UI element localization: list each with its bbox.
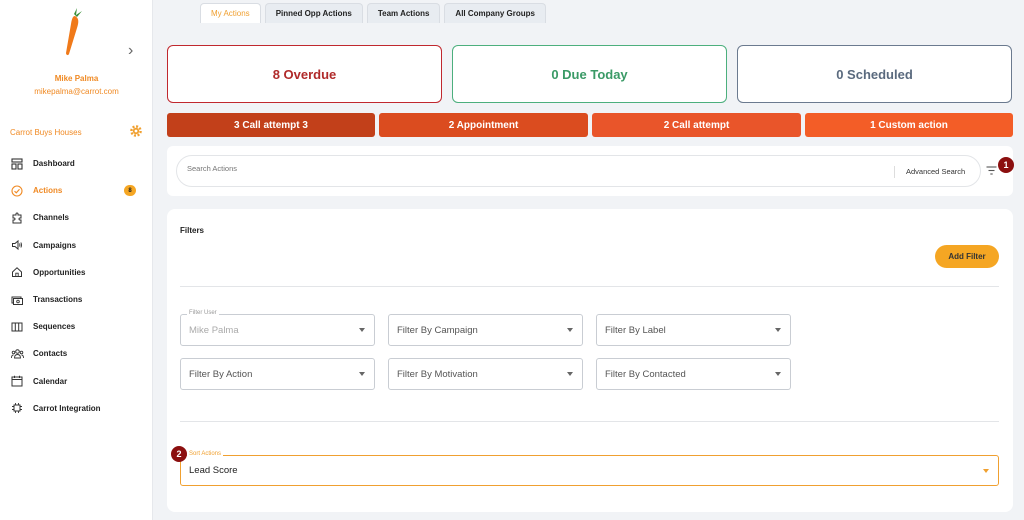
sidebar-item-label: Opportunities [33,267,86,277]
sidebar-item-transactions[interactable]: Transactions [0,286,153,313]
money-icon [10,293,24,307]
action-tabs: My Actions Pinned Opp Actions Team Actio… [200,3,546,23]
sidebar-item-calendar[interactable]: Calendar [0,368,153,395]
custom-action-button[interactable]: 1 Custom action [805,113,1013,137]
filter-user-value: Mike Palma [189,324,239,336]
sidebar-item-label: Channels [33,213,70,223]
call-attempt-button[interactable]: 2 Call attempt [592,113,801,137]
dashboard-icon [10,157,24,171]
caret-down-icon [567,328,573,332]
puzzle-icon [10,211,24,225]
filters-title: Filters [180,226,205,235]
home-icon [10,265,24,279]
due-today-card[interactable]: 0 Due Today [452,45,727,103]
filter-motivation-label: Filter By Motivation [397,368,478,380]
company-name[interactable]: Carrot Buys Houses [10,128,82,137]
sidebar-item-label: Calendar [33,376,68,386]
filters-panel: Filters Add Filter Filter User Mike Palm… [167,209,1013,512]
caret-down-icon [983,469,989,473]
search-panel: Advanced Search 1 [167,146,1014,196]
chevron-right-icon[interactable]: › [128,42,133,60]
user-email: mikepalma@carrot.com [34,87,119,96]
sidebar-item-label: Campaigns [33,240,77,250]
sidebar-item-label: Contacts [33,349,68,359]
sidebar-item-label: Transactions [33,295,83,305]
divider [180,286,999,287]
people-icon [10,347,24,361]
sidebar-item-sequences[interactable]: Sequences [0,313,153,340]
filter-campaign-label: Filter By Campaign [397,324,478,336]
sidebar-item-opportunities[interactable]: Opportunities [0,259,153,286]
scheduled-card[interactable]: 0 Scheduled [737,45,1012,103]
carrot-logo [66,8,82,56]
caret-down-icon [775,328,781,332]
caret-down-icon [567,372,573,376]
user-name: Mike Palma [54,74,99,83]
divider [180,421,999,422]
filter-motivation-select[interactable]: Filter By Motivation [388,358,583,390]
filter-user-select[interactable]: Filter User Mike Palma [180,310,375,346]
sidebar-item-label: Actions [33,186,63,196]
calendar-icon [10,374,24,388]
sidebar-nav: Dashboard Actions 8 Channels Campaigns O… [0,150,153,422]
sidebar-item-actions[interactable]: Actions 8 [0,177,153,204]
gear-icon[interactable] [129,124,143,138]
filter-label-label: Filter By Label [605,324,666,336]
filter-action-label: Filter By Action [189,368,253,380]
tab-team-actions[interactable]: Team Actions [366,3,441,23]
filter-contacted-label: Filter By Contacted [605,368,686,380]
sidebar: › Mike Palma mikepalma@carrot.com Carrot… [0,0,153,520]
sort-actions-value: Lead Score [189,465,238,476]
chip-icon [10,401,24,415]
actions-count-badge: 8 [124,185,136,197]
call-attempt-3-button[interactable]: 3 Call attempt 3 [167,113,375,137]
tab-my-actions[interactable]: My Actions [200,3,261,23]
sidebar-item-channels[interactable]: Channels [0,204,153,231]
caret-down-icon [775,372,781,376]
filter-action-select[interactable]: Filter By Action [180,358,375,390]
filter-campaign-select[interactable]: Filter By Campaign [388,314,583,346]
overdue-card[interactable]: 8 Overdue [167,45,442,103]
filter-user-legend: Filter User [187,310,219,316]
sidebar-item-label: Dashboard [33,159,75,169]
advanced-search-button[interactable]: Advanced Search [906,167,965,176]
filter-list-icon[interactable] [986,166,997,175]
sidebar-item-label: Sequences [33,322,76,332]
step-marker-1: 1 [998,157,1014,173]
columns-icon [10,320,24,334]
caret-down-icon [359,328,365,332]
filter-label-select[interactable]: Filter By Label [596,314,791,346]
filter-contacted-select[interactable]: Filter By Contacted [596,358,791,390]
search-box: Advanced Search [176,155,981,187]
appointment-button[interactable]: 2 Appointment [379,113,588,137]
sort-actions-legend: Sort Actions [187,451,224,457]
sidebar-item-carrot-integration[interactable]: Carrot Integration [0,395,153,422]
step-marker-2: 2 [171,446,187,462]
sidebar-item-contacts[interactable]: Contacts [0,340,153,367]
speaker-icon [10,238,24,252]
sidebar-item-label: Carrot Integration [33,403,101,413]
tab-all-company-groups[interactable]: All Company Groups [444,3,546,23]
sort-actions-select[interactable]: Sort Actions Lead Score [180,451,999,486]
tab-pinned-opp-actions[interactable]: Pinned Opp Actions [264,3,363,23]
sidebar-item-dashboard[interactable]: Dashboard [0,150,153,177]
check-circle-icon [10,184,24,198]
search-input[interactable] [187,164,787,173]
sidebar-item-campaigns[interactable]: Campaigns [0,232,153,259]
divider [894,166,895,178]
caret-down-icon [359,372,365,376]
add-filter-button[interactable]: Add Filter [935,245,999,268]
